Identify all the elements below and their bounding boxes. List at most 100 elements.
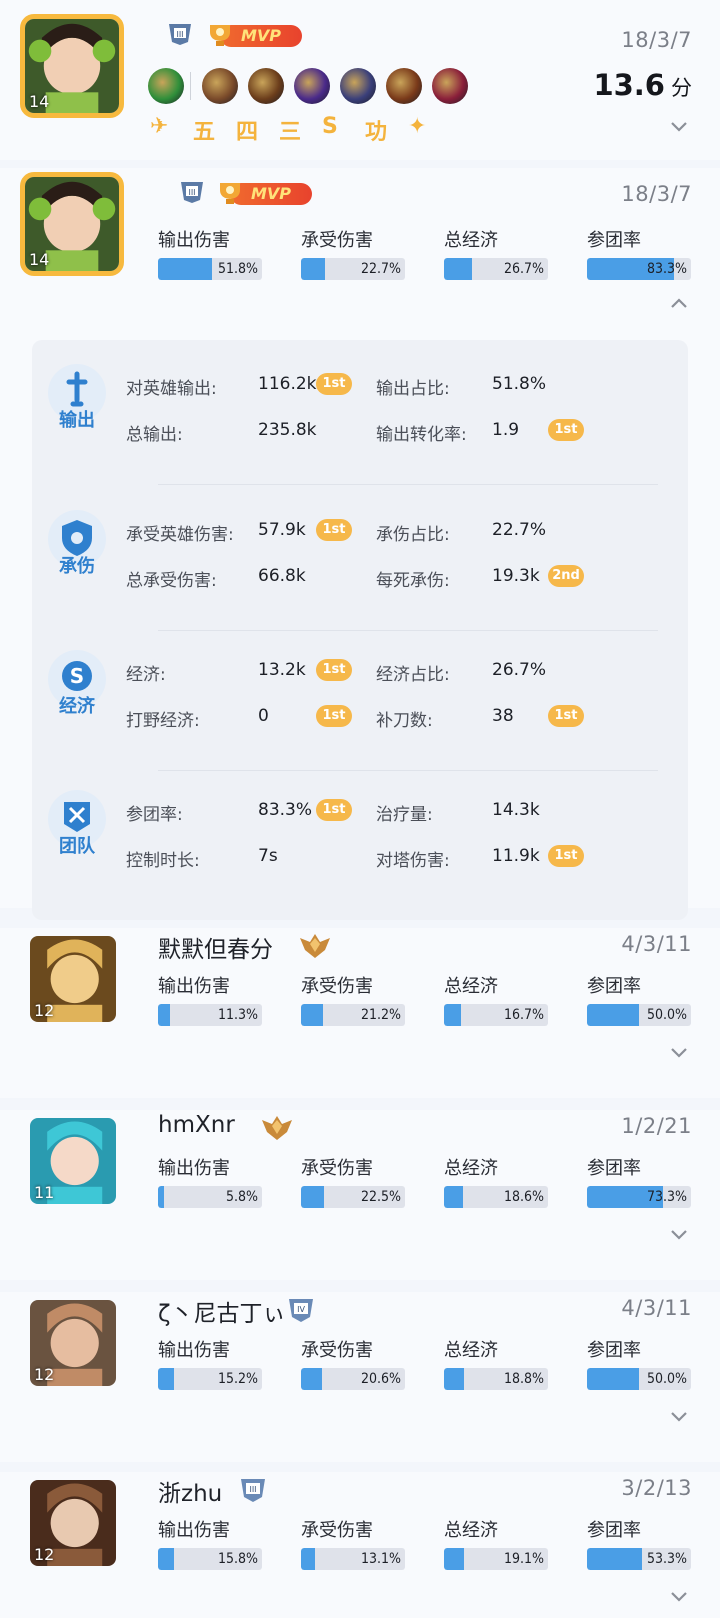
stat-value: 11.3% xyxy=(217,1007,258,1023)
chevron-down-icon[interactable] xyxy=(670,1226,688,1244)
hero-level: 14 xyxy=(29,250,50,269)
teammate-card[interactable]: 12 浙zhu III 3/2/13 输出伤害 15.8% 承受伤害 13.1% 总经济 19.1… xyxy=(0,1472,720,1618)
chevron-down-icon[interactable] xyxy=(670,118,688,136)
star-blade-icon xyxy=(340,68,376,104)
stat-value: 50.0% xyxy=(646,1007,687,1023)
rank-tag: 2nd xyxy=(548,565,584,587)
svg-text:III: III xyxy=(176,30,183,39)
stat-column: 承受伤害 13.1% xyxy=(301,1516,405,1570)
stat-column: 参团率 73.3% xyxy=(587,1154,691,1208)
stat-column: 参团率 50.0% xyxy=(587,972,691,1026)
stat-label: 承受伤害 xyxy=(301,1340,373,1361)
stat-label: 输出伤害 xyxy=(158,1520,230,1541)
category-badge: 团队 xyxy=(46,790,108,858)
stat-bar-fill xyxy=(444,1186,464,1208)
detail-label: 总承受伤害: xyxy=(126,571,217,591)
stat-column: 输出伤害 15.8% xyxy=(158,1516,262,1570)
detail-label: 总输出: xyxy=(126,425,183,445)
player-name: hmXnr xyxy=(158,1112,235,1138)
mvp-badge: MVP xyxy=(206,22,302,48)
detail-value: 57.9k xyxy=(258,520,306,540)
detail-value: 38 xyxy=(492,706,514,726)
rank-tag: 1st xyxy=(316,519,352,541)
detail-label: 控制时长: xyxy=(126,851,200,871)
stat-column: 承受伤害 20.6% xyxy=(301,1336,405,1390)
stat-label: 承受伤害 xyxy=(301,976,373,997)
stat-bar-fill xyxy=(158,1548,175,1570)
score-unit: 分 xyxy=(671,76,692,100)
player-name: 默默但春分 xyxy=(158,937,273,963)
stat-bar: 20.6% xyxy=(301,1368,405,1390)
stat-column: 承受伤害 22.7% xyxy=(301,226,405,280)
stat-value: 13.1% xyxy=(360,1551,401,1567)
detail-stats-panel: 输出 对英雄输出: 116.2k 1st 输出占比: 51.8% 总输出: 235.8k 输出转… xyxy=(32,340,688,920)
rank-tag: 1st xyxy=(316,659,352,681)
stat-column: 总经济 26.7% xyxy=(444,226,548,280)
hero-avatar: 12 xyxy=(30,936,116,1022)
teammate-card[interactable]: 11 hmXnr 1/2/21 输出伤害 5.8% 承受伤害 22.5% 总经济 18.6% 参团… xyxy=(0,1110,720,1280)
stat-label: 总经济 xyxy=(444,976,498,997)
stat-bar-fill xyxy=(301,1004,324,1026)
kda-text: 4/3/11 xyxy=(621,1296,692,1320)
teammate-card[interactable]: 12 ζ丶尼古丁ぃ IV 4/3/11 输出伤害 15.2% 承受伤害 20.6% 总经济 18.… xyxy=(0,1292,720,1462)
rank-tag: 1st xyxy=(316,799,352,821)
stat-column: 总经济 18.6% xyxy=(444,1154,548,1208)
stat-column: 参团率 50.0% xyxy=(587,1336,691,1390)
stat-value: 83.3% xyxy=(646,261,687,277)
stat-column: 总经济 18.8% xyxy=(444,1336,548,1390)
hero-avatar: 11 xyxy=(30,1118,116,1204)
category-badge: 输出 xyxy=(46,364,108,432)
stat-column: 承受伤害 22.5% xyxy=(301,1154,405,1208)
rank-badge-icon: III xyxy=(238,1476,268,1504)
detail-value: 116.2k xyxy=(258,374,317,394)
detail-category-2: S 经济 经济: 13.2k 1st 经济占比: 26.7% 打野经济: 0 1st 补刀数: 38 1… xyxy=(32,642,688,752)
stat-label: 参团率 xyxy=(587,1520,641,1541)
hero-avatar: 12 xyxy=(30,1300,116,1386)
stat-bar: 18.6% xyxy=(444,1186,548,1208)
section-divider xyxy=(158,484,658,485)
chevron-up-icon[interactable] xyxy=(670,294,688,312)
svg-text:S: S xyxy=(70,664,84,688)
spear-icon xyxy=(386,68,422,104)
match-score: 13.6 分 xyxy=(593,68,692,102)
stat-label: 参团率 xyxy=(587,976,641,997)
match-summary-card[interactable]: 14 III MVP 18/3/7 13.6 分 ✈ 五四三 S 功 ✦ xyxy=(0,0,720,160)
category-label: 经济 xyxy=(59,696,95,717)
stat-label: 总经济 xyxy=(444,1340,498,1361)
player-name: 浙zhu xyxy=(158,1481,223,1507)
stat-value: 50.0% xyxy=(646,1371,687,1387)
stat-bar: 50.0% xyxy=(587,1368,691,1390)
teammate-card[interactable]: 12 默默但春分 4/3/11 输出伤害 11.3% 承受伤害 21.2% 总经济 16.7% 参… xyxy=(0,928,720,1098)
equipment-divider xyxy=(190,72,191,100)
detail-value: 22.7% xyxy=(492,520,547,540)
detail-value: 1.9 xyxy=(492,420,520,440)
chevron-down-icon[interactable] xyxy=(670,1588,688,1606)
detail-value: 51.8% xyxy=(492,374,547,394)
chevron-down-icon[interactable] xyxy=(670,1408,688,1426)
detail-label: 输出占比: xyxy=(376,379,450,399)
category-badge: 承伤 xyxy=(46,510,108,578)
detail-category-3: 团队 参团率: 83.3% 1st 治疗量: 14.3k 控制时长: 7s 对塔伤害: 11.9k… xyxy=(32,782,688,892)
stat-value: 19.1% xyxy=(503,1551,544,1567)
stat-value: 73.3% xyxy=(646,1189,687,1205)
stat-bar-fill xyxy=(587,1548,643,1570)
score-value: 13.6 xyxy=(593,68,665,102)
stat-bar-fill xyxy=(444,1004,462,1026)
stat-column: 参团率 53.3% xyxy=(587,1516,691,1570)
stat-bar-fill xyxy=(444,258,472,280)
chevron-down-icon[interactable] xyxy=(670,1044,688,1062)
detail-label: 参团率: xyxy=(126,805,183,825)
svg-text:III: III xyxy=(188,188,195,197)
rank-tag: 1st xyxy=(548,845,584,867)
category-label: 承伤 xyxy=(59,556,95,577)
stat-bar-fill xyxy=(301,258,325,280)
stat-label: 承受伤害 xyxy=(301,1520,373,1541)
detail-label: 承伤占比: xyxy=(376,525,450,545)
hero-level: 12 xyxy=(34,1365,55,1384)
stat-value: 21.2% xyxy=(360,1007,401,1023)
rune-glyph: ✈ xyxy=(150,114,169,139)
stat-label: 输出伤害 xyxy=(158,230,230,251)
stat-label: 总经济 xyxy=(444,230,498,251)
hero-level: 14 xyxy=(29,92,50,111)
stat-bar: 15.2% xyxy=(158,1368,262,1390)
